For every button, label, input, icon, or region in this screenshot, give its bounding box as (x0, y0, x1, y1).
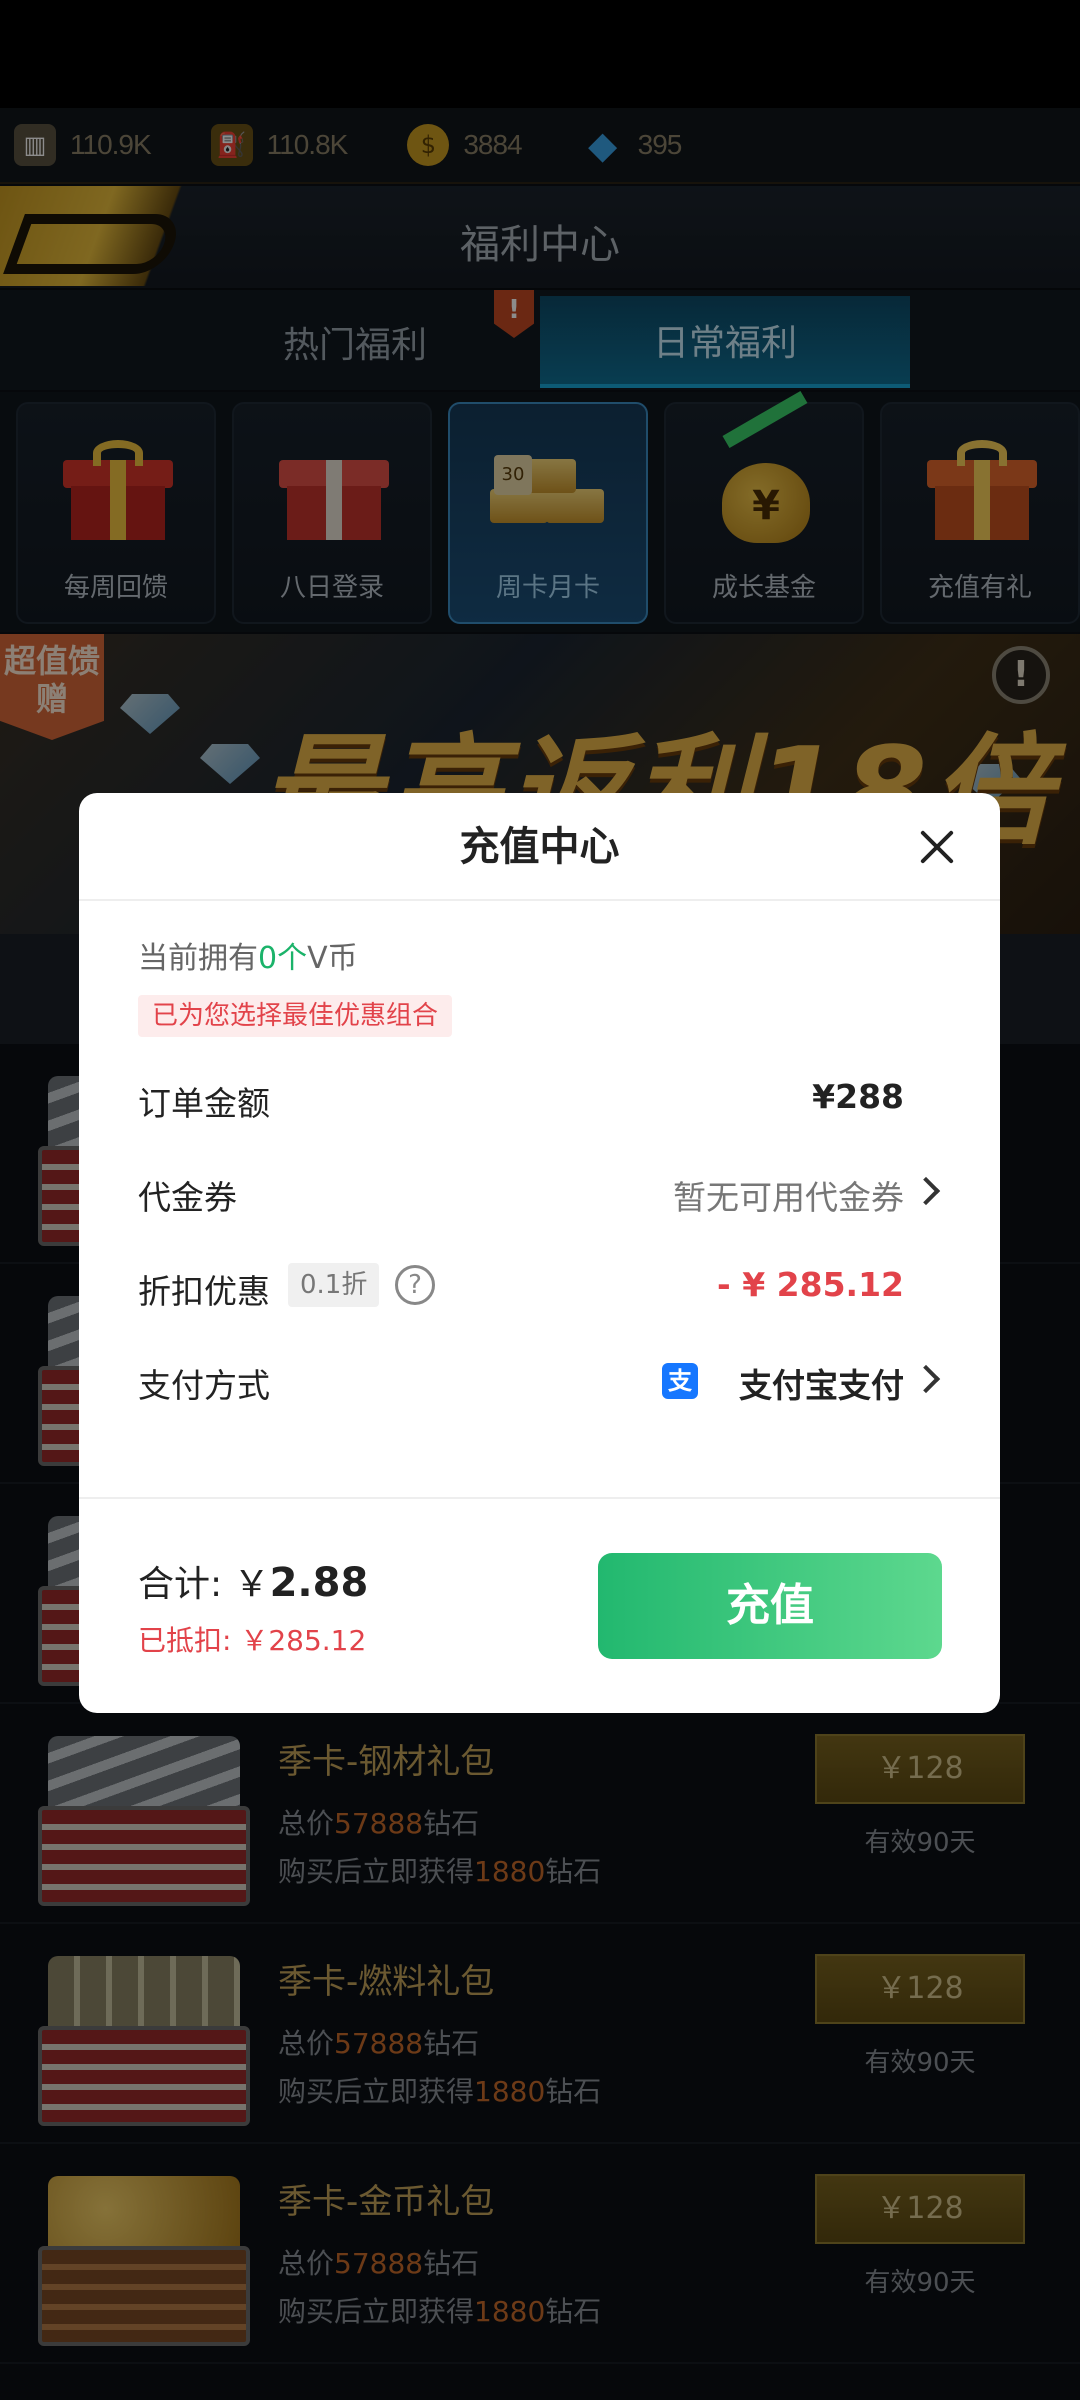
deducted-amount: 已抵扣: ￥285.12 (138, 1624, 367, 1657)
divider (79, 1497, 1000, 1499)
chevron-right-icon (911, 1176, 941, 1206)
total-amount: 合计: ￥2.88 (138, 1560, 369, 1606)
close-icon[interactable] (913, 823, 961, 871)
voucher-row[interactable]: 代金券 暂无可用代金券 (138, 1161, 944, 1221)
discount-label: 折扣优惠 (138, 1272, 270, 1311)
payment-method-label: 支付方式 (138, 1366, 270, 1405)
voucher-value: 暂无可用代金券 (673, 1178, 904, 1217)
best-combo-tag: 已为您选择最佳优惠组合 (138, 995, 453, 1037)
order-amount-value: ¥288 (812, 1077, 904, 1116)
discount-row: 折扣优惠 0.1折 ? - ¥ 285.12 (138, 1255, 944, 1315)
order-amount-label: 订单金额 (138, 1084, 270, 1123)
alipay-icon: 支 (662, 1363, 698, 1399)
discount-rate-tag: 0.1折 (288, 1263, 380, 1307)
recharge-dialog: 充值中心 当前拥有0个V币 已为您选择最佳优惠组合 订单金额 ¥288 代金券 … (79, 793, 1000, 1713)
order-amount-row: 订单金额 ¥288 (138, 1067, 944, 1127)
discount-amount: - ¥ 285.12 (717, 1265, 904, 1304)
vcoin-balance: 当前拥有0个V币 (138, 941, 358, 976)
dialog-title: 充值中心 (79, 793, 1000, 901)
payment-method-row[interactable]: 支付方式 支 支付宝支付 (138, 1349, 944, 1409)
chevron-right-icon (911, 1364, 941, 1394)
payment-method-value: 支付宝支付 (739, 1366, 904, 1405)
help-icon[interactable]: ? (395, 1265, 435, 1305)
recharge-button[interactable]: 充值 (598, 1553, 942, 1659)
status-bar (0, 0, 1080, 108)
voucher-label: 代金券 (138, 1178, 237, 1217)
